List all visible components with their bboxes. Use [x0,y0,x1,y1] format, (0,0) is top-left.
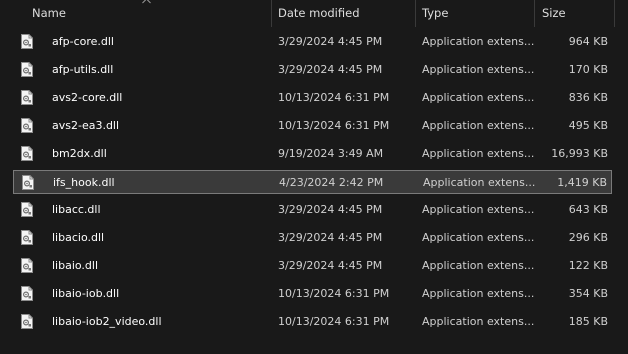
file-name: avs2-ea3.dll [52,119,120,132]
sort-ascending-icon [142,0,151,4]
column-header-size[interactable]: Size [542,0,566,27]
file-type: Application extens... [422,231,534,244]
column-divider[interactable] [415,0,416,27]
file-row[interactable]: bm2dx.dll 9/19/2024 3:49 AM Application ex… [13,142,612,166]
file-row[interactable]: avs2-core.dll 10/13/2024 6:31 PM Applicati… [13,86,612,110]
file-row[interactable]: afp-core.dll 3/29/2024 4:45 PM Application… [13,30,612,54]
file-size: 170 KB [568,63,608,76]
file-name: libaio-iob2_video.dll [52,315,162,328]
column-header-bar: Name Date modified Type Size [0,0,628,27]
file-date-modified: 10/13/2024 6:31 PM [278,287,390,300]
file-type: Application extens... [422,35,534,48]
file-row[interactable]: avs2-ea3.dll 10/13/2024 6:31 PM Applicatio… [13,114,612,138]
file-size: 836 KB [568,91,608,104]
file-date-modified: 3/29/2024 4:45 PM [278,231,383,244]
file-size: 1,419 KB [557,176,607,189]
file-type: Application extens... [423,176,535,189]
file-row[interactable]: libaio.dll 3/29/2024 4:45 PM Application e… [13,254,612,278]
file-name: libaio.dll [52,259,99,272]
file-name: afp-utils.dll [52,63,114,76]
file-row[interactable]: libacio.dll 3/29/2024 4:45 PM Application … [13,226,612,250]
file-size: 185 KB [568,315,608,328]
file-type: Application extens... [422,259,534,272]
dll-file-icon [21,202,33,217]
file-size: 122 KB [568,259,608,272]
dll-file-icon [21,62,33,77]
file-date-modified: 3/29/2024 4:45 PM [278,63,383,76]
dll-file-icon [21,146,33,161]
dll-file-icon [21,258,33,273]
column-header-date-modified[interactable]: Date modified [278,0,360,27]
file-row[interactable]: libaio-iob.dll 10/13/2024 6:31 PM Applicat… [13,282,612,306]
dll-file-icon [21,314,33,329]
file-name: libacc.dll [52,203,101,216]
file-name: bm2dx.dll [52,147,107,160]
file-date-modified: 3/29/2024 4:45 PM [278,203,383,216]
file-size: 964 KB [568,35,608,48]
file-type: Application extens... [422,147,534,160]
file-type: Application extens... [422,315,534,328]
column-header-type[interactable]: Type [422,0,448,27]
dll-file-icon [22,175,34,190]
file-type: Application extens... [422,203,534,216]
file-date-modified: 10/13/2024 6:31 PM [278,119,390,132]
file-name: ifs_hook.dll [53,176,115,189]
dll-file-icon [21,34,33,49]
column-header-name[interactable]: Name [32,0,66,27]
file-size: 354 KB [568,287,608,300]
file-row[interactable]: libacc.dll 3/29/2024 4:45 PM Application e… [13,198,612,222]
dll-file-icon [21,118,33,133]
file-size: 296 KB [568,231,608,244]
file-date-modified: 9/19/2024 3:49 AM [278,147,384,160]
file-name: libacio.dll [52,231,105,244]
file-date-modified: 10/13/2024 6:31 PM [278,91,390,104]
file-date-modified: 3/29/2024 4:45 PM [278,35,383,48]
file-row[interactable]: afp-utils.dll 3/29/2024 4:45 PM Applicatio… [13,58,612,82]
file-type: Application extens... [422,63,534,76]
column-divider[interactable] [271,0,272,27]
file-date-modified: 10/13/2024 6:31 PM [278,315,390,328]
column-divider[interactable] [614,0,615,27]
file-date-modified: 4/23/2024 2:42 PM [279,176,384,189]
file-type: Application extens... [422,287,534,300]
dll-file-icon [21,230,33,245]
file-size: 643 KB [568,203,608,216]
file-size: 16,993 KB [551,147,608,160]
file-name: avs2-core.dll [52,91,123,104]
file-name: afp-core.dll [52,35,114,48]
file-date-modified: 3/29/2024 4:45 PM [278,259,383,272]
file-name: libaio-iob.dll [52,287,120,300]
file-row[interactable]: libaio-iob2_video.dll 10/13/2024 6:31 PM A… [13,310,612,334]
file-type: Application extens... [422,119,534,132]
column-divider[interactable] [534,0,535,27]
file-size: 495 KB [568,119,608,132]
dll-file-icon [21,90,33,105]
file-row[interactable]: ifs_hook.dll 4/23/2024 2:42 PM Application… [13,170,612,194]
file-type: Application extens... [422,91,534,104]
dll-file-icon [21,286,33,301]
